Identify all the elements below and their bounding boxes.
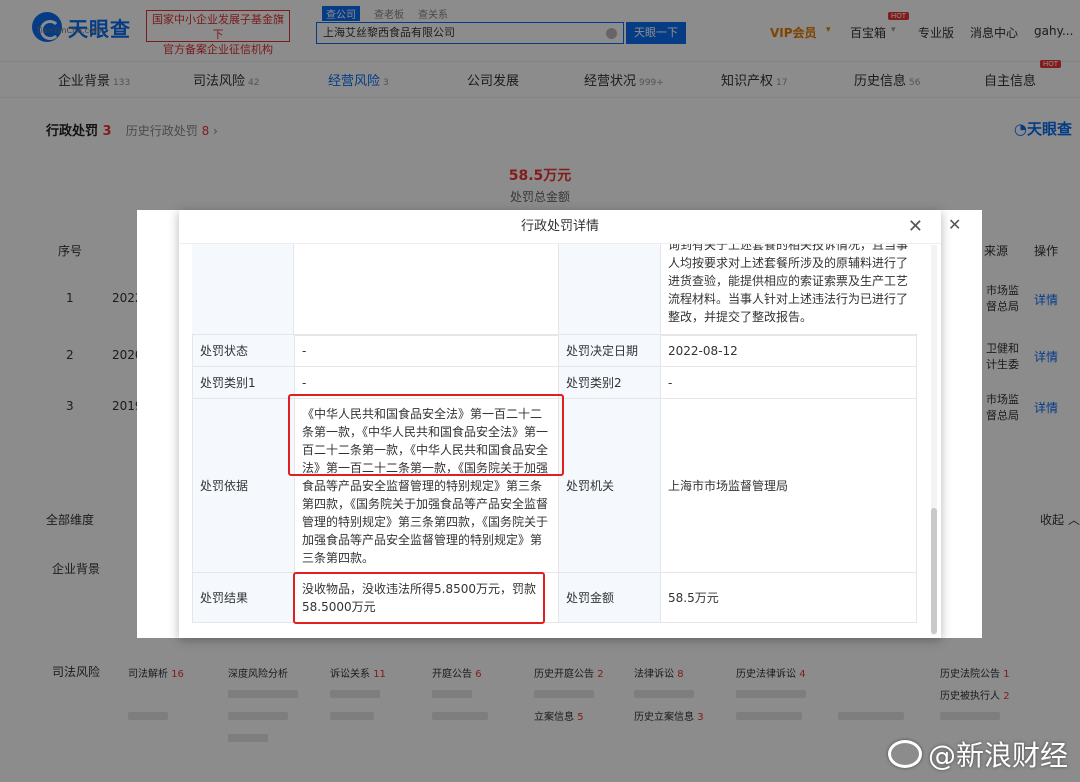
label-category-1: 处罚类别1 [192, 366, 295, 399]
watermark-text: @新浪财经 [928, 739, 1069, 772]
modal-title: 行政处罚详情 [179, 210, 941, 244]
value-decision-date: 2022-08-12 [660, 334, 917, 367]
weibo-icon [888, 740, 922, 768]
value-amount: 58.5万元 [660, 572, 917, 623]
outer-close-icon[interactable]: ✕ [948, 215, 961, 234]
label-result: 处罚结果 [192, 572, 295, 623]
value-authority: 上海市市场监督管理局 [660, 398, 917, 573]
close-icon[interactable]: ✕ [908, 216, 923, 237]
top-result-text: 询到有关于上述套餐的相关技诉情况，且当事人均按要求对上述套餐所涉及的原辅料进行了… [668, 244, 909, 324]
label-authority: 处罚机关 [558, 398, 661, 573]
value-category-2: - [660, 366, 917, 399]
label-decision-date: 处罚决定日期 [558, 334, 661, 367]
top-label-cell-2 [558, 244, 661, 336]
highlight-box-basis [288, 394, 564, 476]
watermark: @新浪财经 [888, 734, 1068, 774]
detail-top-row: 询到有关于上述套餐的相关技诉情况，且当事人均按要求对上述套餐所涉及的原辅料进行了… [192, 244, 917, 336]
label-category-2: 处罚类别2 [558, 366, 661, 399]
highlight-box-result [293, 572, 545, 624]
label-basis: 处罚依据 [192, 398, 295, 573]
value-status: - [294, 334, 559, 367]
label-status: 处罚状态 [192, 334, 295, 367]
row-status: 处罚状态 - 处罚决定日期 2022-08-12 [192, 334, 917, 367]
modal-scrollbar-thumb[interactable] [931, 508, 937, 634]
top-label-cell [192, 244, 294, 336]
label-amount: 处罚金额 [558, 572, 661, 623]
